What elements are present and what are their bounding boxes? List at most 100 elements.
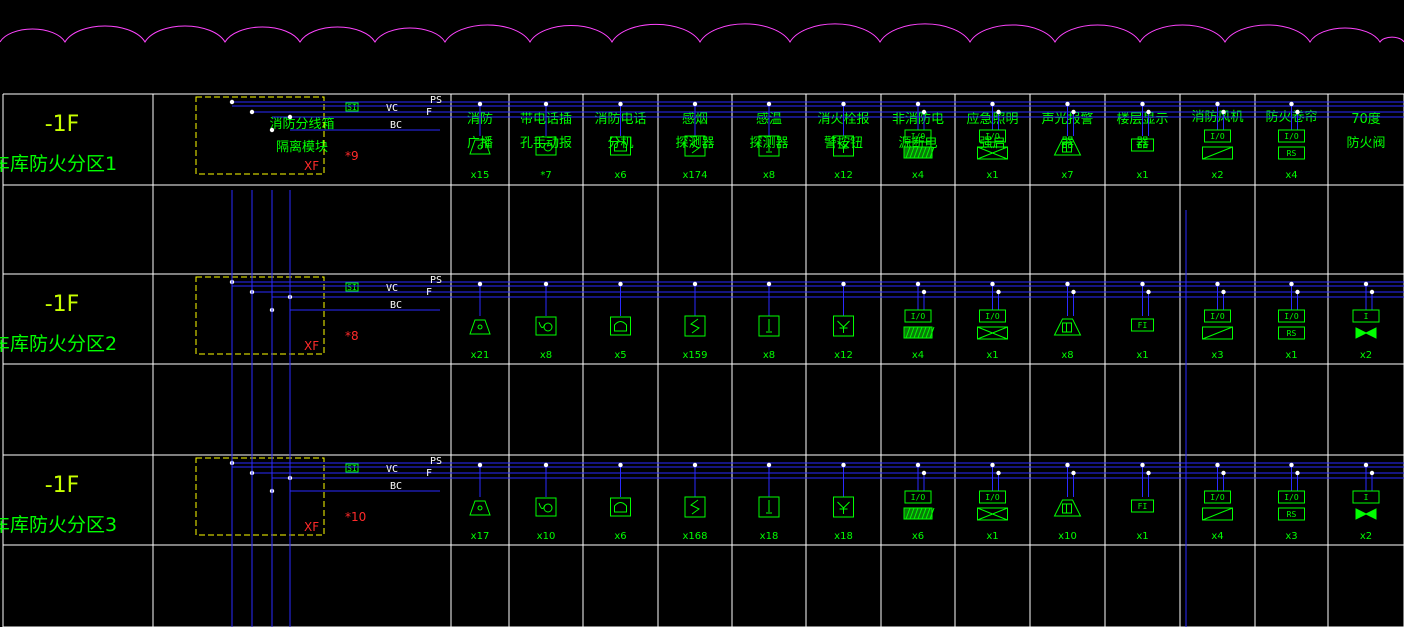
junction-dot: [287, 114, 293, 120]
io-label: I/O: [985, 493, 1000, 502]
zone-name: 车库防火分区1: [0, 153, 117, 175]
device-count: x6: [614, 531, 626, 542]
junction-dot: [543, 101, 549, 107]
device-count: x12: [834, 170, 853, 181]
device-count: x4: [1211, 531, 1223, 542]
junction-dot: [1221, 470, 1226, 476]
io-label: I/O: [1284, 132, 1299, 141]
speaker-icon: [469, 319, 491, 335]
device-count: x2: [1360, 350, 1372, 361]
junction-dot: [915, 101, 921, 107]
junction-dot: [915, 462, 921, 468]
manual-alarm-jack-icon: [535, 316, 557, 336]
device-count: x8: [763, 350, 775, 361]
vc-label: VC: [386, 464, 398, 475]
f-label: F: [426, 287, 432, 298]
junction-dot: [692, 462, 698, 468]
fan-diag: [1202, 326, 1233, 340]
xf-label: XF: [304, 159, 319, 173]
revision-cloud: [0, 23, 1404, 43]
junction-dot: [766, 101, 772, 107]
junction-dot: [921, 109, 927, 115]
device-count: x1: [1136, 170, 1148, 181]
junction-dot: [692, 101, 698, 107]
junction-dot: [1363, 462, 1369, 468]
phone-handset: [614, 502, 627, 513]
junction-dot: [990, 462, 995, 468]
junction-dot: [1295, 470, 1300, 476]
device-count: x168: [682, 531, 707, 542]
junction-dot: [1295, 289, 1300, 295]
vc-label: VC: [386, 103, 398, 114]
bc-label: BC: [390, 300, 402, 311]
zone-name: 车库防火分区3: [0, 514, 117, 536]
si-label: SI: [347, 103, 357, 112]
smoke-zigzag: [690, 318, 700, 334]
io-label: I/O: [911, 312, 926, 321]
junction-dot: [618, 101, 623, 107]
fan-diag: [1202, 507, 1233, 521]
rs-label: RS: [1287, 149, 1297, 158]
device-count: x1: [986, 350, 998, 361]
manual-alarm-jack-icon: [535, 497, 557, 517]
f-label: F: [426, 107, 432, 118]
device-count: x8: [763, 170, 775, 181]
junction-dot: [1140, 101, 1145, 107]
junction-dot: [915, 281, 921, 287]
rs-label: RS: [1287, 329, 1297, 338]
junction-dot: [996, 470, 1001, 476]
device-count: x3: [1285, 531, 1297, 542]
junction-dot: [921, 289, 927, 295]
speaker-cone: [477, 324, 483, 330]
junction-dot: [1146, 289, 1151, 295]
strobe-box: [1062, 322, 1072, 333]
junction-dot: [692, 281, 698, 287]
junction-dot: [1146, 109, 1151, 115]
junction-dot: [921, 470, 927, 476]
phone-handset: [614, 321, 627, 332]
rs-label: RS: [1287, 510, 1297, 519]
fi-label: FI: [1138, 321, 1148, 330]
zone-row-3: -1F 车库防火分区3 XF *10 SI PS VC F BC x17 x10 x6 x168 x18 x…: [0, 456, 1404, 542]
device-count: x12: [834, 350, 853, 361]
device-count: x10: [1058, 531, 1077, 542]
zone-name: 车库防火分区2: [0, 333, 117, 355]
floor-label: -1F: [45, 473, 80, 498]
junction-dot: [1215, 101, 1220, 107]
header-damper: 70度: [1351, 111, 1381, 127]
header-module-box: 隔离模块: [276, 139, 328, 155]
io-label: I/O: [1284, 312, 1299, 321]
device-count: x4: [912, 350, 924, 361]
phone-icon: [610, 497, 631, 517]
device-count: x7: [1061, 170, 1073, 181]
junction-dot: [841, 462, 846, 468]
i-label: I: [1364, 493, 1369, 502]
io-label: I/O: [911, 132, 926, 141]
io-label: I/O: [1210, 132, 1225, 141]
device-count: x2: [1211, 170, 1223, 181]
junction-dot: [841, 101, 846, 107]
junction-dot: [1140, 281, 1145, 287]
junction-dot: [990, 101, 995, 107]
junction-dot: [1071, 289, 1076, 295]
header-smoke: 探测器: [675, 136, 714, 151]
bc-label: BC: [390, 120, 402, 131]
strobe-box: [1062, 503, 1072, 514]
fire-alarm-system-diagram: 消防分线箱隔离模块消防广播带电话插孔手动报消防电话分机感烟探测器感温探测器消火栓…: [0, 23, 1404, 627]
si-label: SI: [347, 283, 357, 292]
device-count: x15: [471, 170, 490, 181]
junction-dot: [249, 109, 255, 115]
junction-dot: [1146, 470, 1151, 476]
junction-dot: [1065, 281, 1070, 287]
junction-dot: [766, 462, 772, 468]
speaker-cone: [477, 505, 483, 511]
device-count: x8: [540, 350, 552, 361]
device-count: x6: [912, 531, 924, 542]
junction-dot: [1065, 462, 1070, 468]
junction-dot: [1289, 462, 1294, 468]
sounder-strobe-icon: [1053, 499, 1082, 517]
device-count: x3: [1211, 350, 1223, 361]
junction-dot: [1071, 470, 1076, 476]
zone-note: *8: [345, 329, 359, 343]
junction-dot: [841, 281, 846, 287]
